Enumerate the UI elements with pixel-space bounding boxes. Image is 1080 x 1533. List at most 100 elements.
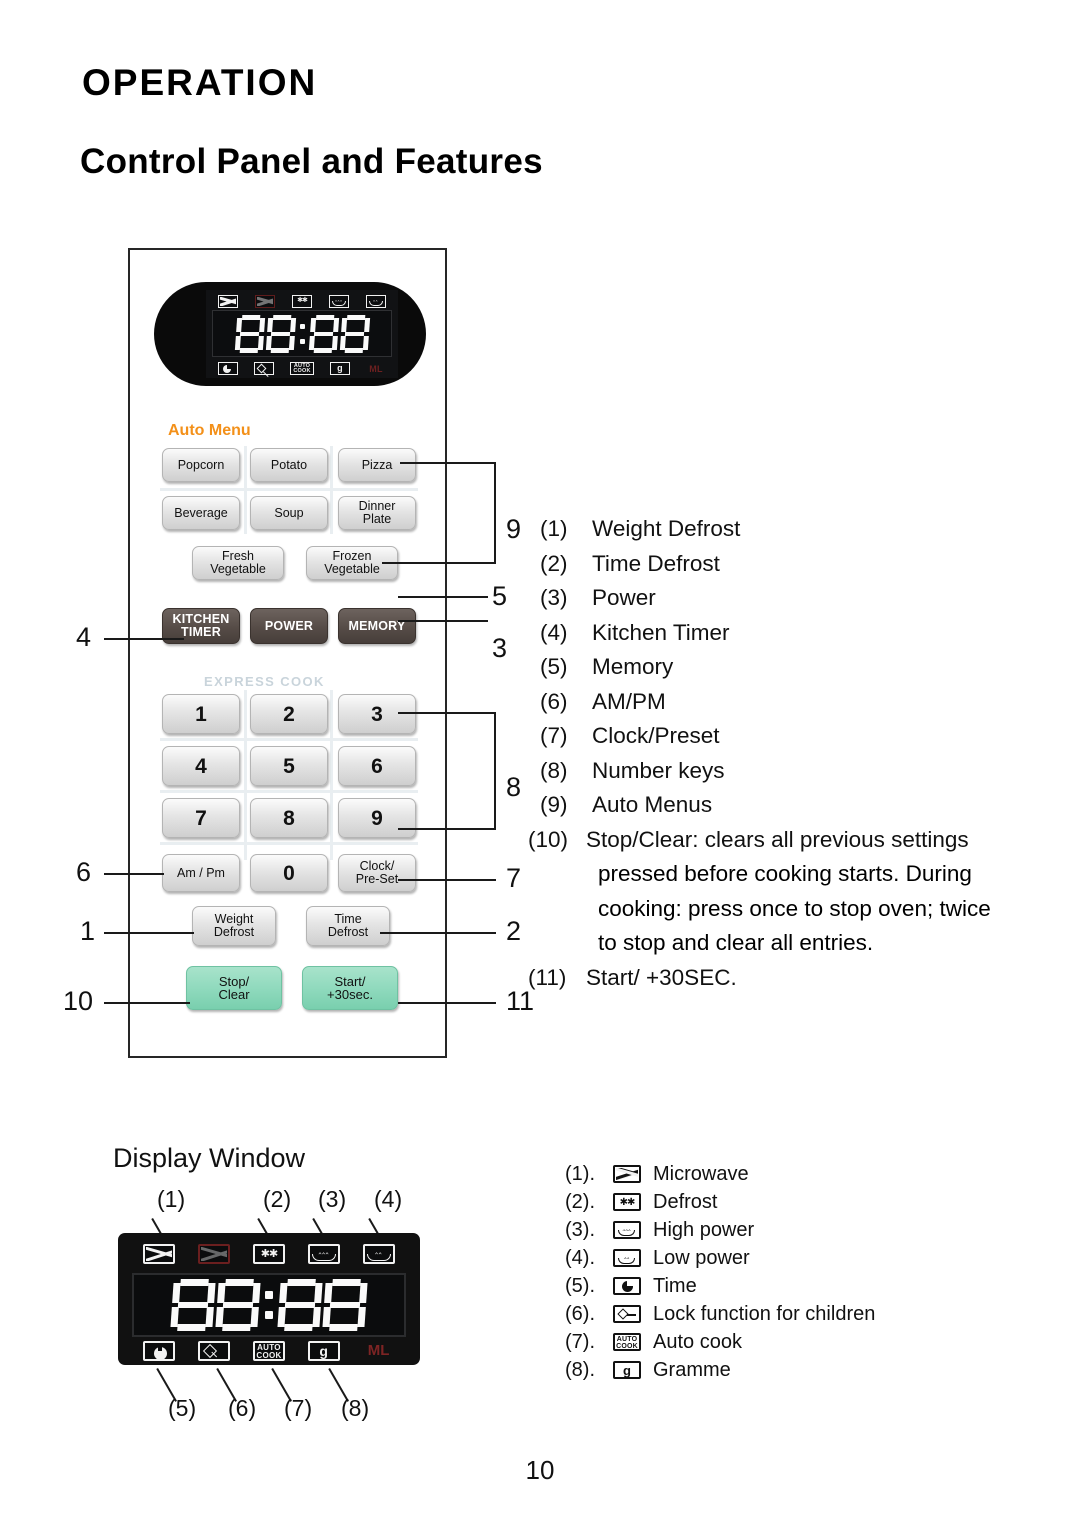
auto-menu-button-pizza[interactable]: Pizza [338,448,416,482]
callout-bracket-9 [494,462,496,564]
legend-number: (8). [565,1359,595,1381]
legend-row: (7). AUTO COOK Auto cook [565,1328,995,1356]
digit-3 [277,1279,323,1331]
btn-label: 7 [195,806,207,830]
page-number: 10 [525,1455,555,1485]
time-icon [218,361,238,375]
control-panel-diagram: ✱✱ ‸‸‸ ‸‸ AUTO COOK g ML Auto Menu Popco… [128,248,447,1058]
auto-menu-button-popcorn[interactable]: Popcorn [162,448,240,482]
legend-number: (6). [565,1303,595,1325]
legend-label: High power [653,1219,755,1241]
gramme-icon: g [330,361,350,375]
number-button-4[interactable]: 4 [162,746,240,786]
auto-menu-button-dinner-plate[interactable]: Dinner Plate [338,496,416,530]
memory-button[interactable]: MEMORY [338,608,416,644]
child-lock-icon [254,361,274,375]
number-button-0[interactable]: 0 [250,854,328,892]
feature-list-item: (5) Memory [540,650,1040,685]
high-power-icon: ‸‸‸ [307,1244,340,1264]
dw-callout-8: (8) [341,1395,370,1421]
feature-list-continuation: to stop and clear all entries. [598,930,874,955]
btn-label: Stop/ Clear [218,974,250,1002]
legend-label: Low power [653,1247,750,1269]
low-power-icon: ‸‸ [613,1249,653,1267]
digit-1 [170,1279,216,1331]
item-number: (4) [540,619,568,645]
item-text: Stop/Clear: clears all previous settings [586,826,969,852]
dw-callout-1: (1) [157,1186,186,1212]
number-button-3[interactable]: 3 [338,694,416,734]
item-number: (6) [540,688,568,714]
feature-list-item: (1) Weight Defrost [540,512,1040,547]
auto-menu-button-beverage[interactable]: Beverage [162,496,240,530]
auto-menu-button-soup[interactable]: Soup [250,496,328,530]
callout-number-4: 4 [76,622,92,652]
item-text: Kitchen Timer [592,619,730,645]
item-text: Memory [592,654,674,679]
microwave-icon [218,294,239,308]
auto-menu-button-fresh-vegetable[interactable]: Fresh Vegetable [192,546,284,580]
legend-number: (1). [565,1163,595,1185]
time-icon [143,1341,176,1361]
grid-divider [160,842,418,845]
item-text: Clock/Preset [592,723,720,748]
callout-number-10: 10 [63,986,94,1016]
number-button-2[interactable]: 2 [250,694,328,734]
clock-preset-button[interactable]: Clock/ Pre-Set [338,854,416,892]
feature-list-item: (3) Power [540,581,1040,616]
callout-line-7 [398,879,496,881]
item-number: (11) [528,964,567,990]
dw-callout-5: (5) [168,1395,197,1421]
time-icon [613,1277,653,1295]
callout-number-1: 1 [80,916,96,946]
digit-4 [339,314,370,353]
ml-icon: ML [369,363,383,374]
number-button-8[interactable]: 8 [250,798,328,838]
feature-list-continuation: cooking: press once to stop oven; twice [598,895,991,921]
item-text: Time Defrost [592,550,720,576]
btn-label: 5 [283,754,295,778]
legend-label: Defrost [653,1191,718,1213]
btn-label: Potato [270,457,308,472]
low-power-icon: ‸‸ [365,294,386,308]
btn-label: Fresh Vegetable [210,549,266,576]
legend-number: (2). [565,1191,595,1213]
am-pm-button[interactable]: Am / Pm [162,854,240,892]
number-button-7[interactable]: 7 [162,798,240,838]
microwave-icon [613,1165,653,1183]
btn-label: Am / Pm [177,865,225,880]
btn-label: 2 [283,702,295,726]
display-window-diagram: ✱✱ ‸‸‸ ‸‸ AUTO COOK g ML [118,1233,420,1365]
item-number: (7) [540,723,568,748]
feature-list-item: (9) Auto Menus [540,788,1040,823]
btn-label: Beverage [174,505,228,520]
colon-separator [262,1279,276,1331]
callout-line-8-top [398,712,496,714]
power-button[interactable]: POWER [250,608,328,644]
number-button-9[interactable]: 9 [338,798,416,838]
time-defrost-button[interactable]: Time Defrost [306,906,390,946]
number-button-1[interactable]: 1 [162,694,240,734]
dw-callout-2: (2) [263,1186,292,1212]
stop-clear-button[interactable]: Stop/ Clear [186,966,282,1010]
callout-number-8: 8 [506,772,522,802]
legend-row: (8). g Gramme [565,1356,995,1384]
btn-label: 4 [195,754,207,778]
dw-bottom-indicators: AUTO COOK g ML [132,1341,406,1361]
auto-menu-button-potato[interactable]: Potato [250,448,328,482]
dw-callout-6: (6) [228,1395,257,1421]
start-30sec-button[interactable]: Start/ +30sec. [302,966,398,1010]
btn-label: 3 [371,702,383,726]
btn-label: 0 [283,861,295,885]
item-text: Start/ +30SEC. [586,964,737,990]
callout-line-9-top [400,462,496,464]
legend-row: (1). Microwave [565,1160,995,1188]
callout-number-9: 9 [506,514,522,544]
number-button-5[interactable]: 5 [250,746,328,786]
weight-defrost-button[interactable]: Weight Defrost [192,906,276,946]
panel-display-bezel: ✱✱ ‸‸‸ ‸‸ AUTO COOK g ML [154,282,426,386]
btn-label: Dinner Plate [358,499,396,526]
ml-icon: ML [367,1342,390,1359]
feature-list: (1) Weight Defrost (2) Time Defrost (3) Pow… [528,512,1040,995]
number-button-6[interactable]: 6 [338,746,416,786]
